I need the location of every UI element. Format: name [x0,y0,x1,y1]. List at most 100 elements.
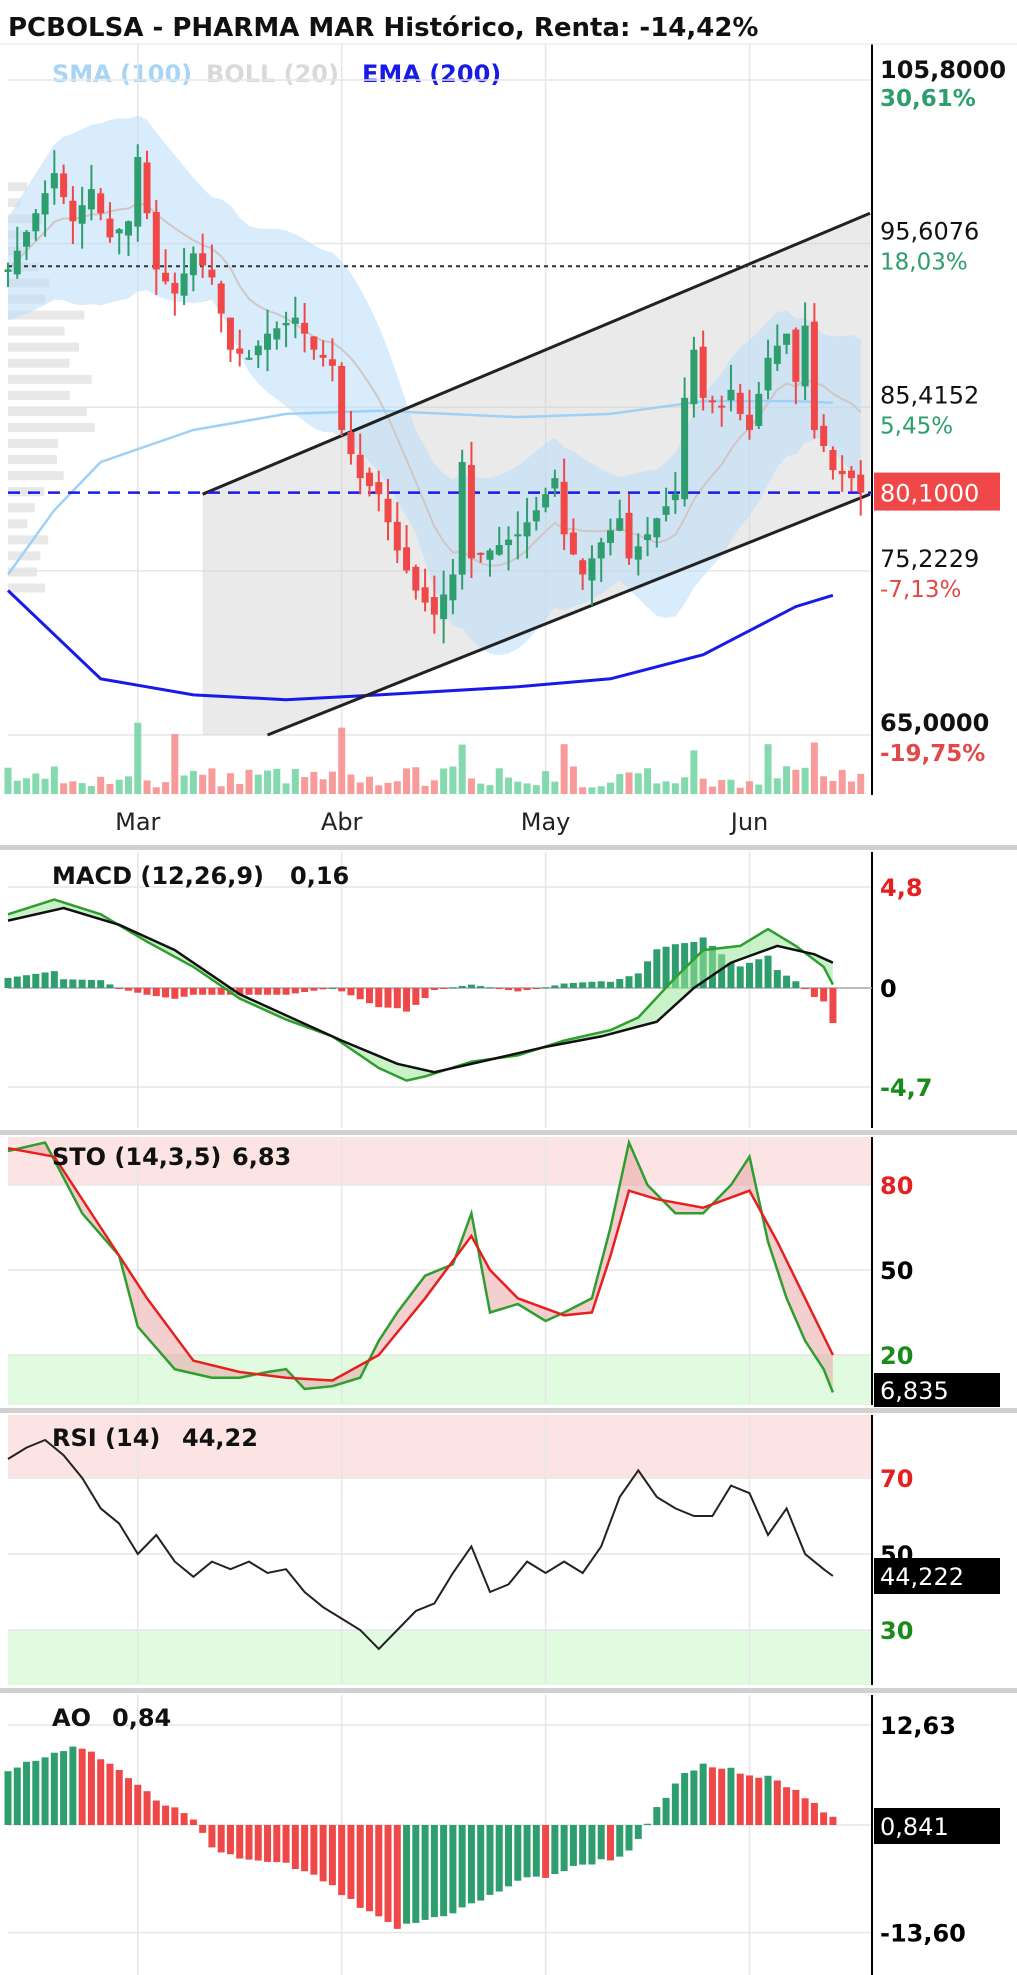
candle-body [671,494,679,501]
candle-body [523,522,531,537]
ao-bar [467,1825,475,1904]
macd-histogram-bar [820,988,828,1002]
candle-body [180,273,188,296]
candle-body [421,587,429,603]
volume-bar [134,722,142,794]
ao-bar [134,1784,142,1825]
candle-body [708,400,716,403]
ao-axis-label: -13,60 [880,1920,966,1948]
candle-body [254,345,262,356]
macd-histogram-bar [41,972,49,988]
ao-bar [310,1825,318,1875]
ao-bar [458,1825,466,1908]
macd-histogram-bar [384,988,392,1008]
candle-body [356,454,364,479]
volume-bar [588,787,596,794]
price-axis-label: 105,8000 [880,56,1006,84]
ao-bar [820,1812,828,1825]
ao-bar [505,1825,513,1887]
volume-bar [718,780,726,794]
ao-bar [180,1813,188,1825]
macd-histogram-bar [134,988,142,993]
macd-histogram-bar [347,988,355,996]
candle-body [773,345,781,364]
macd-histogram-bar [50,971,58,988]
ao-bar [755,1777,763,1825]
candle-body [60,173,68,198]
macd-histogram-bar [560,983,568,988]
candle-body [644,534,652,541]
ao-bar [662,1797,670,1825]
volume-bar [319,779,327,794]
volume-bar [384,782,392,794]
ao-title: AO [52,1704,91,1732]
macd-histogram-bar [662,946,670,988]
volume-bar [356,782,364,794]
macd-histogram-bar [634,973,642,988]
volume-bar [32,773,40,794]
macd-histogram-bar [97,980,105,988]
volume-bar [301,777,309,794]
candle-body [467,465,475,559]
macd-histogram-bar [162,988,170,998]
candle-body [152,211,160,270]
candle-body [514,534,522,537]
last-price-label: 80,1000 [880,480,979,508]
volume-bar [653,783,661,794]
volume-bar [347,774,355,794]
macd-histogram-bar [375,988,383,1008]
ao-bar [542,1825,550,1878]
volume-bar [569,766,577,794]
price-axis-label: 65,0000 [880,709,989,737]
macd-histogram-bar [477,985,485,988]
ao-bar [699,1763,707,1825]
macd-histogram-bar [746,962,754,988]
ao-bar [764,1775,772,1825]
macd-histogram-bar [78,979,86,988]
macd-histogram-bar [171,988,179,999]
candle-body [625,512,633,559]
ao-bar [644,1823,652,1825]
ao-bar [23,1761,31,1825]
volume-bar [273,768,281,794]
ao-bar [199,1825,207,1833]
volume-bar [829,780,837,794]
volume-bar [542,771,550,794]
volume-bar [245,769,253,794]
ao-bar [236,1825,244,1859]
volume-profile-bar [8,358,70,368]
candle-body [505,539,513,546]
candle-body [347,431,355,455]
sto-last-label: 6,835 [880,1377,949,1405]
ao-bar [634,1825,642,1839]
candle-body [338,365,346,430]
volume-bar [597,786,605,794]
macd-axis-label: 4,8 [880,874,923,902]
volume-bar [180,775,188,794]
macd-histogram-bar [579,982,587,988]
volume-bar [755,784,763,794]
chart-title: PCBOLSA - PHARMA MAR Histórico, Renta: -… [8,13,758,43]
ao-bar [736,1773,744,1825]
ao-bar [773,1780,781,1825]
candle-body [847,470,855,479]
candle-body [208,269,216,278]
macd-axis-label: 0 [880,975,897,1003]
macd-histogram-bar [495,988,503,989]
ao-bar [143,1791,151,1825]
volume-bar [486,785,494,794]
macd-histogram-bar [208,988,216,995]
macd-histogram-bar [32,973,40,988]
volume-bar [124,776,132,794]
x-tick-label: May [521,808,571,836]
ao-bar [412,1825,420,1923]
volume-profile-bar [8,422,95,432]
macd-histogram-bar [606,981,614,988]
rsi-value: 44,22 [182,1424,258,1452]
sto-axis-label: 20 [880,1342,913,1370]
ao-bar [449,1825,457,1914]
volume-bar [199,774,207,794]
price-axis-pct: -7,13% [880,577,961,603]
volume-bar [532,785,540,794]
divider-rsi-ao [0,1688,1017,1693]
